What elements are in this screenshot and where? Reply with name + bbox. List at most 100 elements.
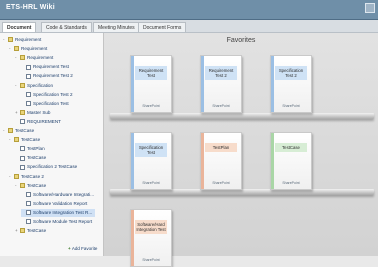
tree-item-label: REQUIREMENT [27,118,61,124]
tree-item-label: TestCase [15,128,35,133]
folder-icon [8,37,13,43]
tree-item[interactable]: - Specification [15,82,53,90]
folder-icon [14,173,19,179]
tab-bar: Document Code & Standards Meeting Minute… [0,20,378,33]
favorite-doc-label: Requirement Test 2 [205,66,237,80]
tree-item[interactable]: Software Integration Test R... [21,208,96,217]
tree-item-label: Requirement [27,55,54,61]
tree-item[interactable]: REQUIREMENT [15,118,61,126]
favorite-doc-label: Software/Hard Integration Test [135,220,167,234]
folder-icon [14,46,19,52]
favorite-doc-label: Requirement Test [135,66,167,80]
doc-brand: SharePoint [142,258,160,262]
folder-icon [14,137,19,143]
favorite-doc[interactable]: Requirement Test SharePoint [130,55,172,113]
tree-item[interactable]: Requirement Test 2 [21,72,73,80]
tree-item-label: Software Module Test Report [33,219,93,224]
document-icon [26,64,31,70]
document-icon [26,219,31,225]
tree-item[interactable]: TestPlan [15,145,45,153]
document-icon [20,146,25,152]
document-icon [26,201,31,207]
favorite-doc[interactable]: Requirement Test 2 SharePoint [200,55,242,113]
tree-item-label: Specification [27,82,54,88]
doc-brand: SharePoint [212,181,230,185]
tree-item-label: TestCase [21,137,41,143]
tree-item[interactable]: - TestCase [9,136,40,144]
tab-document-forms[interactable]: Document Forms [138,22,187,32]
tree-item-label: Specification 2 TestCase [27,164,78,170]
tree-item[interactable]: Software Validation Report [21,200,87,208]
tab-meeting-minutes[interactable]: Meeting Minutes [93,22,140,32]
favorite-doc-label: Specification Test [135,143,167,157]
shelf [110,113,374,119]
tree-item[interactable]: Specification Test 2 [21,91,73,99]
tree-item-label: Master Sub [27,109,51,115]
favorites-title: Favorites [226,37,256,44]
tree-item-label: Specification Test 2 [33,91,73,97]
tab-code-standards[interactable]: Code & Standards [41,22,92,32]
favorite-doc[interactable]: TestPlan SharePoint [200,132,242,190]
folder-icon [20,55,25,61]
tree-item[interactable]: + Master Sub [15,109,51,117]
window-menu-icon[interactable] [365,3,375,13]
folder-icon [20,82,25,88]
tab-document[interactable]: Document [2,22,37,32]
tree-item[interactable]: - Requirement [3,36,41,44]
tree-item[interactable]: Software/Hardware Integrati... [21,191,94,199]
document-icon [20,119,25,125]
tree-item-label: Software/Hardware Integrati... [33,191,95,197]
favorite-doc[interactable]: Software/Hard Integration Test SharePoin… [130,209,172,267]
tree-item[interactable]: - Requirement [9,45,47,53]
title-bar: ETS-HRL Wiki [0,0,378,20]
document-icon [20,164,25,170]
doc-brand: SharePoint [142,104,160,108]
favorite-doc[interactable]: Specification Test 2 SharePoint [270,55,312,113]
tree-item-label: TestCase [27,228,47,234]
document-icon [26,91,31,97]
tree-item-label: Specification Test [33,100,69,106]
tree-item-label: Software Validation Report [33,200,88,206]
tree-item[interactable]: Requirement Test [21,63,69,71]
document-icon [26,73,31,79]
tree-item-label: Requirement [15,37,42,42]
favorite-doc[interactable]: Specification Test SharePoint [130,132,172,190]
favorites-panel: Favorites Requirement Test SharePoint Re… [104,33,378,267]
navigation-tree: - Requirement - Requirement - Requirement Requ… [0,33,104,256]
favorite-doc-label: Specification Test 2 [275,66,307,80]
tree-item[interactable]: - Requirement [15,54,53,62]
tree-item[interactable]: TestCase [15,154,46,162]
tree-item-label: Requirement [21,46,48,52]
tree-item-label: Software Integration Test R... [33,209,93,215]
folder-icon [8,128,13,134]
tree-item[interactable]: Software Module Test Report [21,218,92,226]
document-icon [20,155,25,161]
tree-item[interactable]: Specification Test [21,100,69,108]
tree-item[interactable]: - TestCase 2 [9,173,44,181]
tree-item-label: Requirement Test [33,64,69,70]
tree-item-label: TestCase [27,155,47,161]
folder-icon [20,228,25,234]
window-title: ETS-HRL Wiki [6,4,55,11]
document-icon [26,100,31,106]
doc-brand: SharePoint [142,181,160,185]
tree-item[interactable]: Specification 2 TestCase [15,163,77,171]
doc-brand: SharePoint [282,104,300,108]
favorite-doc[interactable]: TestCase SharePoint [270,132,312,190]
tree-item-label: TestPlan [27,146,45,152]
favorite-doc-label: TestCase [275,143,307,152]
add-favorite-link[interactable]: Add Favorite [68,246,98,251]
tree-item-label: TestCase 2 [21,173,44,179]
tree-item-label: TestCase [27,182,47,188]
folder-icon [20,182,25,188]
tree-item[interactable]: - TestCase [3,127,34,135]
document-icon [26,210,31,216]
doc-brand: SharePoint [212,104,230,108]
tree-item[interactable]: - TestCase [15,182,46,190]
favorite-doc-label: TestPlan [205,143,237,152]
doc-brand: SharePoint [282,181,300,185]
folder-icon [20,110,25,116]
tree-item-label: Requirement Test 2 [33,73,73,79]
document-icon [26,191,31,197]
tree-item[interactable]: + TestCase [15,227,46,235]
